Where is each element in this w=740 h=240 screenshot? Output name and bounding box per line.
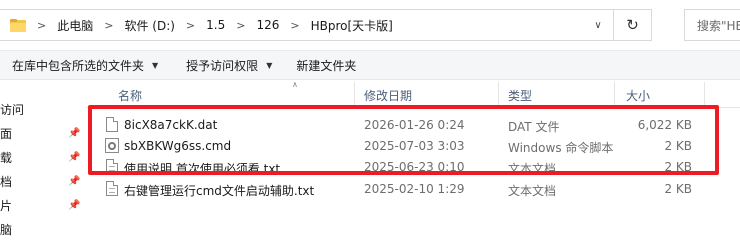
grant-access-label: 授予访问权限 — [186, 58, 259, 73]
breadcrumb-folder-hbpro[interactable]: HBpro[天卡版] — [311, 17, 393, 34]
chevron-down-icon[interactable]: ∨ — [583, 20, 613, 31]
refresh-button[interactable]: ↻ — [614, 9, 652, 41]
file-modified: 2025-02-10 1:29 — [364, 182, 465, 196]
file-name: 右键管理运行cmd文件启动辅助.txt — [124, 184, 315, 198]
file-row[interactable]: 右键管理运行cmd文件启动辅助.txt 2025-02-10 1:29 文本文档… — [86, 178, 740, 200]
search-input[interactable]: 搜索"HB — [684, 9, 740, 41]
file-type: DAT 文件 — [508, 120, 560, 134]
column-header-modified[interactable]: 修改日期 — [364, 87, 412, 104]
nav-item-pictures[interactable]: 片 📌 — [0, 194, 86, 216]
file-size: 2 KB — [664, 182, 692, 196]
nav-item-label: 脑 — [0, 222, 13, 237]
column-divider[interactable] — [498, 82, 499, 106]
navigation-pane: 访问 面 📌 载 📌 档 📌 片 📌 脑 — [0, 80, 86, 239]
new-folder-label: 新建文件夹 — [296, 58, 357, 73]
file-modified: 2025-07-03 3:03 — [364, 139, 465, 153]
column-divider[interactable] — [614, 82, 615, 106]
chevron-right-icon[interactable]: > — [186, 19, 195, 32]
file-icon — [106, 117, 118, 132]
cmd-script-icon — [105, 138, 119, 153]
column-divider[interactable] — [704, 82, 705, 106]
file-row[interactable]: sbXBKWg6ss.cmd 2025-07-03 3:03 Windows 命… — [86, 135, 740, 157]
breadcrumb-folder-1-5[interactable]: 1.5 — [206, 18, 225, 32]
nav-item-downloads[interactable]: 载 📌 — [0, 146, 86, 168]
pin-icon: 📌 — [68, 199, 81, 211]
file-name: 8icX8a7ckK.dat — [124, 118, 218, 132]
address-bar[interactable]: > 此电脑 > 软件 (D:) > 1.5 > 126 > HBpro[天卡版]… — [0, 9, 614, 41]
pin-icon: 📌 — [68, 127, 81, 139]
grant-access-button[interactable]: 授予访问权限 ▼ — [186, 57, 272, 74]
file-list-header: ∧ 名称 修改日期 类型 大小 — [86, 80, 740, 108]
include-in-library-label: 在库中包含所选的文件夹 — [12, 58, 145, 73]
caret-down-icon: ▼ — [152, 60, 159, 70]
folder-icon — [10, 18, 26, 32]
file-row[interactable]: 使用说明,首次使用必须看.txt 2025-06-23 0:10 文本文档 2 … — [86, 156, 740, 178]
nav-item-this-pc[interactable]: 脑 — [0, 218, 86, 240]
nav-item-quick-access[interactable]: 访问 — [0, 98, 86, 120]
file-name: sbXBKWg6ss.cmd — [124, 139, 232, 153]
text-file-icon — [106, 181, 118, 196]
file-modified: 2025-06-23 0:10 — [364, 160, 465, 174]
file-type: Windows 命令脚本 — [508, 141, 614, 155]
nav-item-label: 载 — [0, 150, 13, 165]
refresh-icon: ↻ — [626, 16, 639, 34]
chevron-right-icon[interactable]: > — [104, 19, 113, 32]
file-type: 文本文档 — [508, 184, 557, 198]
new-folder-button[interactable]: 新建文件夹 — [296, 57, 356, 74]
column-header-type[interactable]: 类型 — [508, 87, 532, 104]
nav-item-label: 面 — [0, 126, 13, 141]
chevron-right-icon[interactable]: > — [37, 19, 46, 32]
sort-arrow-icon: ∧ — [292, 80, 298, 89]
command-toolbar: 在库中包含所选的文件夹 ▼ 授予访问权限 ▼ 新建文件夹 — [0, 50, 740, 80]
breadcrumb-folder-126[interactable]: 126 — [256, 18, 279, 32]
chevron-right-icon[interactable]: > — [290, 19, 299, 32]
column-divider[interactable] — [354, 82, 355, 106]
column-header-name[interactable]: 名称 — [118, 87, 142, 104]
file-size: 2 KB — [664, 160, 692, 174]
breadcrumb-this-pc[interactable]: 此电脑 — [57, 17, 93, 34]
chevron-right-icon[interactable]: > — [236, 19, 245, 32]
file-size: 2 KB — [664, 139, 692, 153]
column-header-size[interactable]: 大小 — [626, 87, 650, 104]
file-row[interactable]: 8icX8a7ckK.dat 2026-01-26 0:24 DAT 文件 6,… — [86, 114, 740, 136]
file-size: 6,022 KB — [637, 118, 692, 132]
nav-item-desktop[interactable]: 面 📌 — [0, 122, 86, 144]
file-type: 文本文档 — [508, 162, 557, 176]
text-file-icon — [106, 159, 118, 174]
breadcrumb-drive-d[interactable]: 软件 (D:) — [124, 17, 174, 34]
nav-item-label: 片 — [0, 198, 13, 213]
nav-item-label: 访问 — [0, 102, 25, 117]
nav-item-documents[interactable]: 档 📌 — [0, 170, 86, 192]
file-modified: 2026-01-26 0:24 — [364, 118, 465, 132]
pin-icon: 📌 — [68, 175, 81, 187]
include-in-library-button[interactable]: 在库中包含所选的文件夹 ▼ — [12, 57, 158, 74]
caret-down-icon: ▼ — [266, 60, 273, 70]
pin-icon: 📌 — [68, 151, 81, 163]
file-name: 使用说明,首次使用必须看.txt — [124, 162, 281, 176]
address-bar-row: > 此电脑 > 软件 (D:) > 1.5 > 126 > HBpro[天卡版]… — [0, 0, 740, 50]
search-placeholder: 搜索"HB — [697, 18, 740, 33]
nav-item-label: 档 — [0, 174, 13, 189]
